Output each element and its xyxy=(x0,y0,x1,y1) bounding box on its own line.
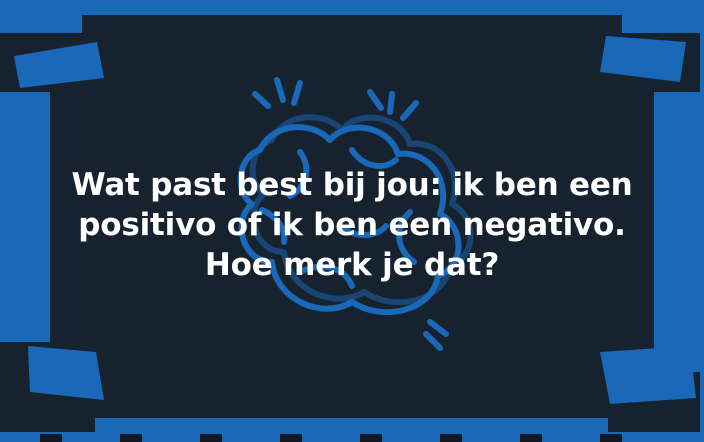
question-text: Wat past best bij jou: ik ben een positi… xyxy=(71,167,633,283)
question-card-stage: Wat past best bij jou: ik ben een positi… xyxy=(0,0,704,442)
